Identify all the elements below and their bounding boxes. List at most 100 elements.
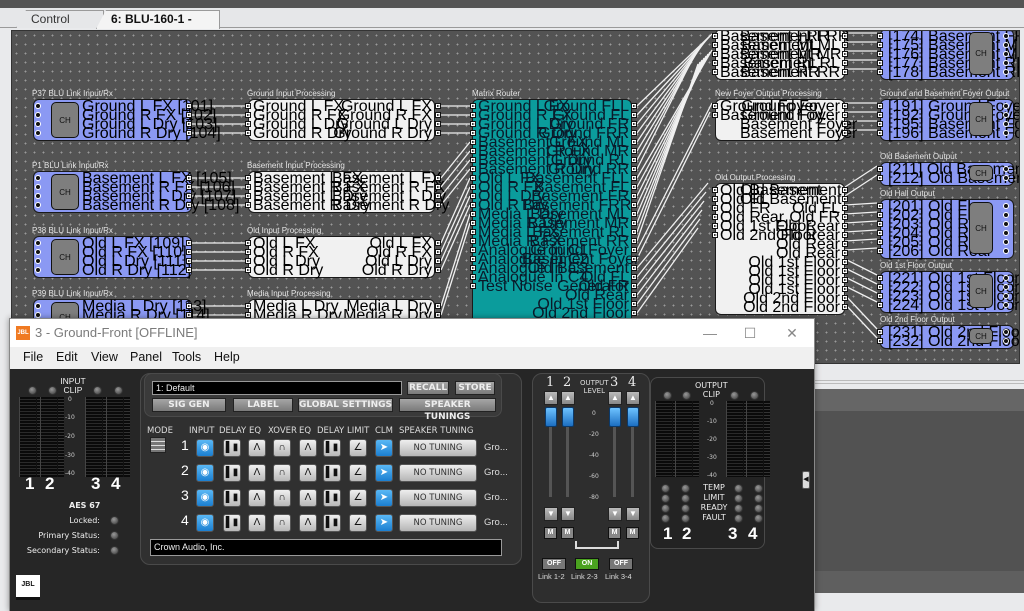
label-button[interactable]: LABEL	[233, 398, 293, 412]
xover-icon[interactable]: ∩	[273, 514, 291, 532]
menu-file[interactable]: File	[23, 350, 43, 364]
clm-icon[interactable]: ➤	[375, 439, 393, 457]
output-pin[interactable]	[842, 268, 848, 274]
tab-blu-160-audio[interactable]: 6: BLU-160-1 - Audio	[96, 10, 220, 29]
delay-icon[interactable]: ▌▮	[223, 514, 241, 532]
menu-edit[interactable]: Edit	[56, 350, 78, 364]
level-down-button[interactable]: ▼	[561, 507, 575, 521]
channel-button[interactable]: CH	[51, 102, 79, 138]
delay-icon[interactable]: ▌▮	[223, 489, 241, 507]
limit-icon[interactable]: ∠	[349, 489, 367, 507]
sig-gen-button[interactable]: SIG GEN	[152, 398, 226, 412]
input-pin[interactable]	[245, 303, 251, 309]
recall-button[interactable]: RECALL	[407, 381, 449, 395]
input-pin[interactable]	[877, 60, 883, 66]
minimize-button[interactable]: —	[690, 322, 730, 344]
input-pin[interactable]	[712, 232, 718, 238]
output-connector-dot[interactable]	[1003, 130, 1009, 136]
matrix-input-pin[interactable]	[470, 238, 476, 244]
input-connector-dot[interactable]	[35, 121, 41, 127]
output-pin[interactable]	[842, 304, 848, 310]
channel-button[interactable]: CH	[969, 202, 993, 254]
input-pin[interactable]	[877, 239, 883, 245]
input-pin[interactable]	[877, 230, 883, 236]
menu-panel[interactable]: Panel	[130, 350, 162, 364]
matrix-output-pin[interactable]	[631, 220, 637, 226]
matrix-input-pin[interactable]	[470, 274, 476, 280]
proc-to-output-wire[interactable]	[844, 247, 878, 251]
eq-icon[interactable]: Λ	[248, 464, 266, 482]
input-pin[interactable]	[877, 284, 883, 290]
xover-icon[interactable]: ∩	[273, 464, 291, 482]
matrix-input-pin[interactable]	[470, 184, 476, 190]
output-pin[interactable]	[842, 223, 848, 229]
matrix-output-pin[interactable]	[631, 274, 637, 280]
output-pin[interactable]	[842, 277, 848, 283]
delay2-icon[interactable]: ▌▮	[323, 514, 341, 532]
output-pin[interactable]	[435, 240, 441, 246]
eq2-icon[interactable]: Λ	[299, 514, 317, 532]
matrix-input-pin[interactable]	[470, 283, 476, 289]
output-connector-dot[interactable]	[1003, 175, 1009, 181]
limit-icon[interactable]: ∠	[349, 439, 367, 457]
mute-button[interactable]: M	[626, 527, 639, 539]
output-pin[interactable]	[435, 258, 441, 264]
input-pin[interactable]	[877, 51, 883, 57]
input-pin[interactable]	[877, 221, 883, 227]
matrix-input-pin[interactable]	[470, 247, 476, 253]
input-pin[interactable]	[877, 69, 883, 75]
fader-knob[interactable]	[562, 407, 574, 427]
input-pin[interactable]	[712, 60, 718, 66]
input-pin[interactable]	[245, 175, 251, 181]
input-icon[interactable]: ◉	[196, 514, 214, 532]
level-down-button[interactable]: ▼	[544, 507, 558, 521]
channel-button[interactable]: CH	[969, 102, 993, 136]
proc-to-output-wire[interactable]	[844, 258, 878, 276]
processing-to-matrix-wire[interactable]	[440, 141, 471, 179]
input-pin[interactable]	[877, 293, 883, 299]
output-connector-dot[interactable]	[1003, 230, 1009, 236]
matrix-input-pin[interactable]	[470, 157, 476, 163]
input-icon[interactable]: ◉	[196, 489, 214, 507]
output-connector-dot[interactable]	[1003, 203, 1009, 209]
speaker-tuning-button[interactable]: NO TUNING	[399, 464, 477, 482]
input-connector-dot[interactable]	[35, 240, 41, 246]
input-pin[interactable]	[877, 33, 883, 39]
output-pin[interactable]	[842, 259, 848, 265]
output-pin[interactable]	[435, 130, 441, 136]
output-pin[interactable]	[435, 112, 441, 118]
proc-to-output-wire[interactable]	[844, 202, 878, 206]
output-pin[interactable]	[842, 187, 848, 193]
limit-icon[interactable]: ∠	[349, 514, 367, 532]
output-pin[interactable]	[435, 121, 441, 127]
input-pin[interactable]	[245, 258, 251, 264]
matrix-output-pin[interactable]	[631, 310, 637, 316]
matrix-output-pin[interactable]	[631, 175, 637, 181]
delay-icon[interactable]: ▌▮	[223, 464, 241, 482]
output-pin[interactable]	[186, 267, 192, 273]
mute-button[interactable]: M	[561, 527, 574, 539]
input-connector-dot[interactable]	[35, 112, 41, 118]
output-pin[interactable]	[186, 249, 192, 255]
global-settings-button[interactable]: GLOBAL SETTINGS	[298, 398, 393, 412]
eq2-icon[interactable]: Λ	[299, 439, 317, 457]
output-pin[interactable]	[842, 51, 848, 57]
matrix-output-pin[interactable]	[631, 139, 637, 145]
matrix-input-pin[interactable]	[470, 229, 476, 235]
matrix-output-pin[interactable]	[631, 103, 637, 109]
input-connector-dot[interactable]	[35, 267, 41, 273]
output-connector-dot[interactable]	[1003, 221, 1009, 227]
output-pin[interactable]	[842, 69, 848, 75]
input-pin[interactable]	[245, 267, 251, 273]
clm-icon[interactable]: ➤	[375, 464, 393, 482]
input-pin[interactable]	[877, 166, 883, 172]
input-pin[interactable]	[877, 275, 883, 281]
processing-to-matrix-wire[interactable]	[440, 150, 471, 188]
fader-knob[interactable]	[609, 407, 621, 427]
channel-button[interactable]: CH	[969, 274, 993, 308]
output-pin[interactable]	[842, 205, 848, 211]
menu-view[interactable]: View	[91, 350, 118, 364]
input-connector-dot[interactable]	[35, 249, 41, 255]
input-pin[interactable]	[877, 42, 883, 48]
store-button[interactable]: STORE	[455, 381, 495, 395]
